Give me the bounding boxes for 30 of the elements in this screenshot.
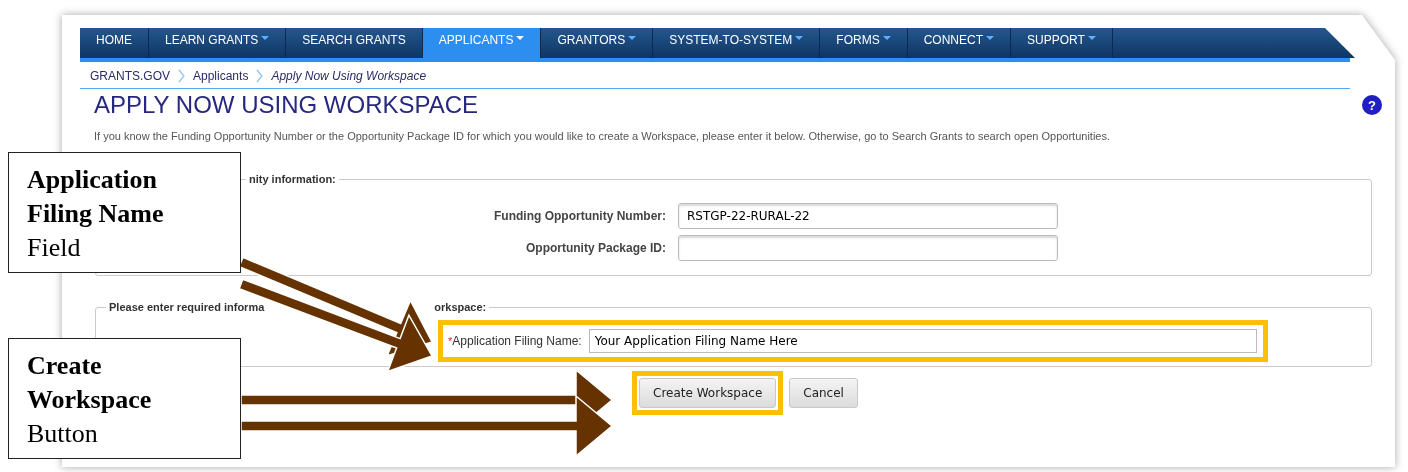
required-mark: * — [448, 334, 453, 350]
callout-box: Application Filing Name Field — [8, 152, 241, 274]
input-field[interactable] — [678, 235, 1058, 262]
breadcrumb-link[interactable]: GRANTS.GOV — [90, 67, 170, 85]
caret-icon — [628, 36, 637, 40]
field-label: Application Filing Name: — [452, 333, 582, 351]
caret-icon — [986, 36, 995, 40]
input-field[interactable]: RSTGP-22-RURAL-22 — [678, 203, 1058, 230]
chevron-icon — [256, 69, 264, 83]
caret-icon — [795, 36, 804, 40]
caret-icon — [1087, 36, 1096, 40]
caret-icon — [516, 36, 525, 40]
field-label: Funding Opportunity Number: — [494, 209, 666, 224]
help-icon[interactable]: ? — [1362, 95, 1382, 116]
intro-text: If you know the Funding Opportunity Number or the Opportunity Package ID for which you would like to create a Workspace, please enter it below. Otherwise, go to Search Grants to search open Opportunities. — [94, 128, 1111, 144]
section-legend: Please enter required informa — [109, 302, 265, 314]
search-grants-link[interactable]: Search Grants — [891, 129, 963, 142]
caret-icon — [882, 36, 891, 40]
section-legend: orkspace: — [434, 302, 487, 314]
input-field[interactable]: Your Application Filing Name Here — [588, 329, 1257, 354]
field-label: Opportunity Package ID: — [525, 241, 666, 256]
breadcrumb-link[interactable]: Applicants — [193, 67, 249, 85]
section-legend: nity information: — [249, 174, 336, 186]
cancel-button[interactable]: Cancel — [789, 378, 858, 409]
breadcrumb-current: Apply Now Using Workspace — [271, 68, 427, 85]
callout-box: Create Workspace Button — [8, 338, 241, 460]
caret-icon — [261, 36, 270, 40]
chevron-icon — [178, 69, 185, 83]
create-workspace-button[interactable]: Create Workspace — [639, 378, 777, 409]
page-title: APPLY NOW USING WORKSPACE — [94, 91, 479, 120]
